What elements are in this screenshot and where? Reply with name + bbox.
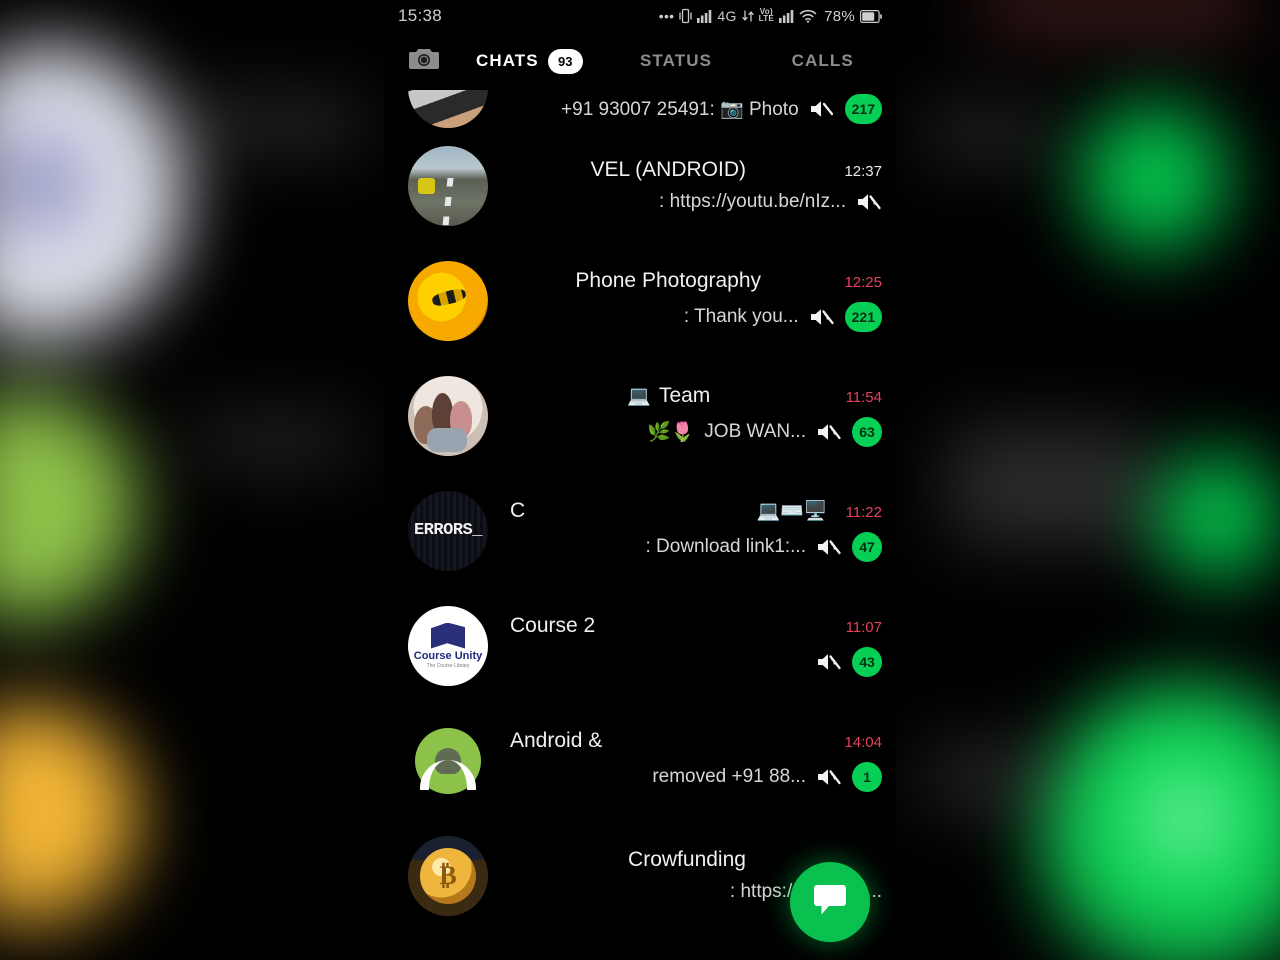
tab-calls-label: CALLS (791, 51, 854, 70)
mute-icon (816, 766, 842, 788)
avatar-image (408, 375, 488, 456)
tab-bar[interactable]: CHATS 93 STATUS CALLS (384, 32, 896, 90)
list-item[interactable]: VEL (ANDROID) 12:37 : https://youtu.be/n… (384, 128, 896, 243)
backdrop-blob-avatar-1 (0, 45, 185, 353)
backdrop-blob-text-2 (189, 416, 360, 466)
mute-icon (816, 421, 842, 443)
backdrop-blob-avatar-2 (0, 384, 142, 629)
chat-list[interactable]: +91 93007 25491: 📷 Photo 217 VEL (ANDROI… (384, 90, 896, 960)
mute-icon (816, 651, 842, 673)
unread-badge: 43 (852, 647, 882, 677)
battery-percent-label: 78% (824, 7, 855, 25)
mute-icon (809, 306, 835, 328)
chat-time: 11:07 (845, 619, 882, 636)
backdrop-blob-fab-2 (1148, 448, 1280, 586)
backdrop-blob-fab-3 (1032, 681, 1280, 960)
backdrop-blob-tint (979, 0, 1255, 35)
avatar-image (408, 90, 488, 128)
backdrop-blob-avatar-3 (0, 702, 142, 936)
list-item[interactable]: +91 93007 25491: 📷 Photo 217 (384, 90, 896, 128)
tab-chats-label: CHATS (475, 51, 539, 70)
chat-title: Team (658, 384, 711, 407)
avatar[interactable]: Course Unity The Course Library (408, 605, 488, 686)
avatar[interactable]: ₿ (408, 835, 488, 916)
chat-snippet: : https://youtu.be/nIz... (659, 191, 846, 212)
avatar-image (408, 260, 488, 341)
avatar-image (408, 720, 488, 801)
avatar-image: ERRORS_ (408, 490, 488, 571)
chat-time: 12:37 (844, 163, 882, 180)
avatar-image (408, 145, 488, 226)
status-bar-time: 15:38 (398, 6, 443, 25)
chat-time: 11:22 (845, 504, 882, 521)
more-dots-icon: ••• (658, 8, 675, 24)
unread-badge: 47 (852, 532, 882, 562)
new-chat-fab[interactable] (790, 862, 870, 942)
list-item[interactable]: Android & 14:04 removed +91 88... 1 (384, 703, 896, 818)
laptop-emoji-icon: 💻 (627, 386, 651, 407)
chat-title: VEL (ANDROID) (590, 158, 747, 181)
avatar[interactable] (408, 260, 488, 341)
unread-badge: 63 (852, 417, 882, 447)
avatar[interactable] (408, 145, 488, 226)
backdrop-blob-fab-1 (1074, 98, 1234, 258)
signal-bars-icon (697, 9, 712, 23)
list-item[interactable]: 💻 Team 11:54 🌿🌷 JOB WAN... 63 (384, 358, 896, 473)
vibrate-icon (679, 8, 693, 24)
wifi-icon (799, 9, 817, 23)
avatar[interactable] (408, 90, 488, 128)
tab-status-label: STATUS (639, 51, 713, 70)
tab-calls[interactable]: CALLS (749, 32, 896, 90)
unread-badge: 217 (844, 94, 882, 124)
unread-badge: 221 (844, 302, 882, 332)
network-type-label: 4G (717, 8, 737, 24)
status-bar: 15:38 ••• 4G Vo) LTE 78% (384, 0, 896, 32)
mute-icon (809, 98, 835, 120)
backdrop-blob-text-4 (947, 427, 1149, 544)
list-item[interactable]: Course Unity The Course Library Course 2… (384, 588, 896, 703)
chat-snippet: : Download link1:... (645, 536, 806, 557)
volte-icon: Vo) LTE (758, 8, 775, 23)
new-chat-bubble-icon (810, 881, 850, 924)
backdrop-blob-text-5 (920, 745, 1059, 809)
mute-icon (856, 191, 882, 213)
chat-title: Android & (510, 729, 603, 752)
avatar[interactable]: ERRORS_ (408, 490, 488, 571)
camera-icon (409, 46, 439, 76)
backdrop-blob-text-3 (920, 109, 1049, 158)
avatar-image: Course Unity The Course Library (408, 605, 488, 686)
chat-snippet: JOB WAN... (704, 421, 806, 442)
status-bar-icons: ••• 4G Vo) LTE 78% (659, 8, 882, 25)
camera-tab[interactable] (392, 46, 456, 76)
tab-chats-badge: 93 (547, 48, 583, 74)
chat-snippet: : Thank you... (683, 306, 799, 327)
chat-title: Phone Photography (575, 269, 762, 292)
volte-bottom-label: LTE (758, 14, 775, 23)
whatsapp-panel: 15:38 ••• 4G Vo) LTE 78% CHATS 93 STATUS… (384, 0, 896, 960)
plant-tulip-emoji-icon: 🌿🌷 (646, 422, 695, 443)
chat-snippet: removed +91 88... (652, 766, 806, 787)
list-item[interactable]: Phone Photography 12:25 : Thank you... 2… (384, 243, 896, 358)
signal-bars-icon-2 (779, 9, 794, 23)
screenshot-root: 15:38 ••• 4G Vo) LTE 78% CHATS 93 STATUS… (0, 0, 1280, 960)
list-item[interactable]: ERRORS_ C 💻⌨️🖥️ 11:22 : Download link1:.… (384, 473, 896, 588)
battery-icon (860, 9, 882, 23)
chat-title: Course 2 (510, 614, 596, 637)
avatar-image: ₿ (408, 835, 488, 916)
unread-badge: 1 (852, 762, 882, 792)
mute-icon (816, 536, 842, 558)
avatar[interactable] (408, 375, 488, 456)
devices-emoji-icon: 💻⌨️🖥️ (756, 501, 828, 522)
tab-status[interactable]: STATUS (603, 32, 750, 90)
backdrop-blob-text-1 (184, 98, 365, 150)
chat-time: 14:04 (844, 734, 882, 751)
chat-time: 12:25 (844, 274, 882, 291)
chat-time: 11:54 (845, 389, 882, 406)
tab-chats[interactable]: CHATS 93 (456, 32, 603, 90)
avatar[interactable] (408, 720, 488, 801)
chat-snippet: +91 93007 25491: 📷 Photo (561, 99, 799, 120)
data-transfer-icon (741, 9, 754, 23)
